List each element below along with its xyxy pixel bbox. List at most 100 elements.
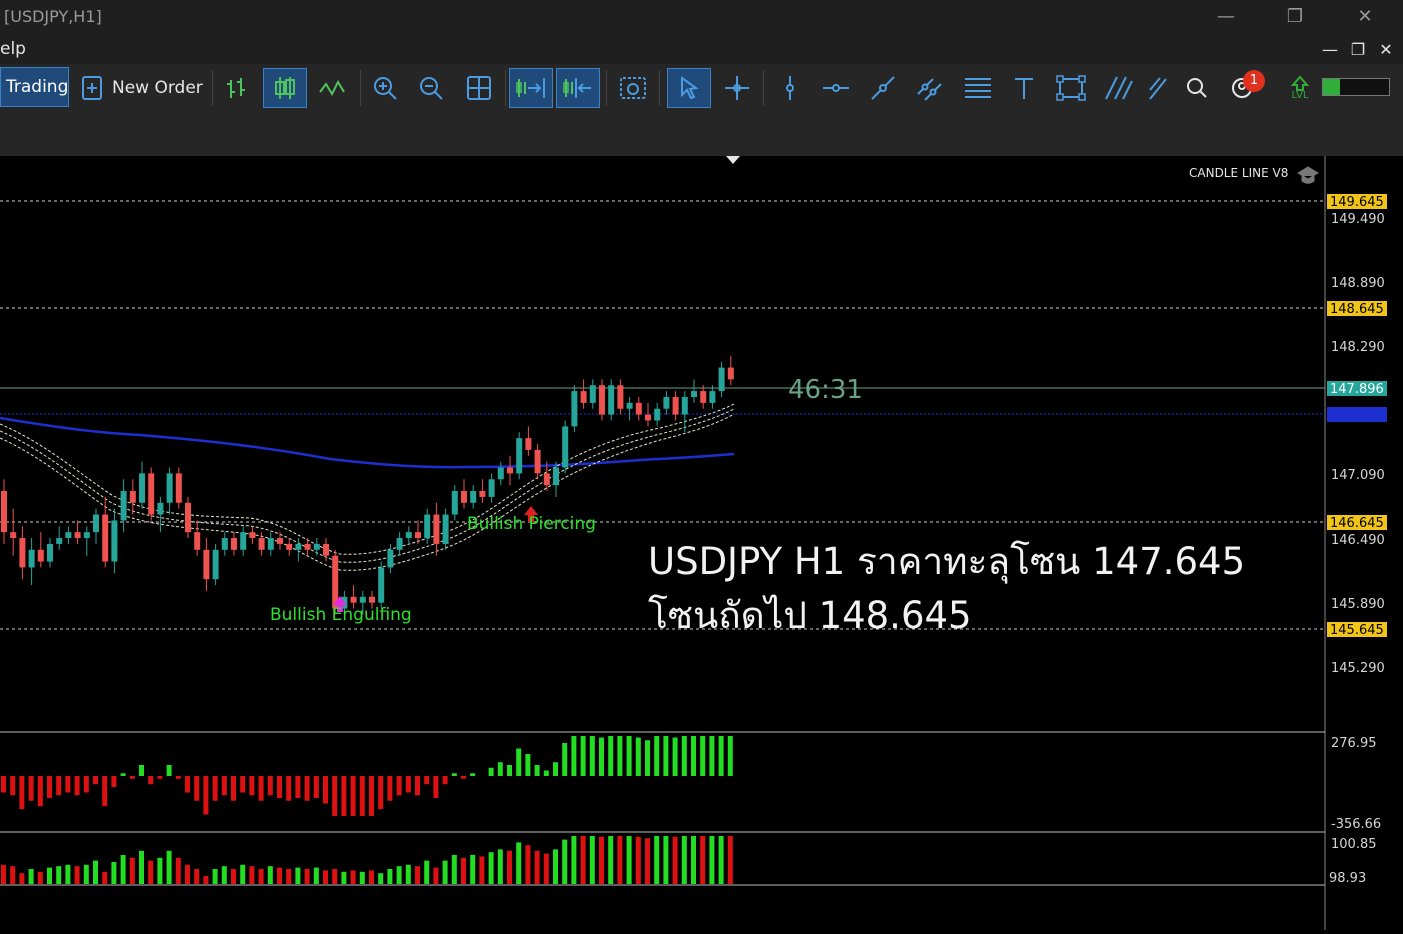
strength-bar: [516, 842, 522, 884]
restore-icon[interactable]: ❐: [1281, 4, 1309, 30]
candle-body: [470, 491, 477, 503]
price-chart[interactable]: Bullish Engulfing Bullish Piercing 46:31…: [0, 156, 1403, 930]
oscillator-bar: [442, 776, 448, 785]
candle-body: [313, 543, 320, 550]
strength-bar: [249, 866, 255, 884]
strength-bar: [28, 869, 34, 884]
fibonacci-button[interactable]: [958, 68, 998, 108]
oscillator-bar: [571, 736, 577, 776]
oscillator-bar: [691, 736, 696, 776]
horizontal-line-icon: [823, 84, 849, 92]
bar-chart-button[interactable]: [218, 68, 258, 108]
candle-body: [589, 385, 596, 403]
line-chart-button[interactable]: [311, 68, 353, 108]
oscillator-bar: [387, 776, 393, 801]
oscillator-bar: [543, 770, 549, 776]
toolbar-separator: [360, 70, 361, 106]
candle-body: [47, 543, 53, 562]
oscillator-bar: [93, 776, 98, 785]
oscillator-bar: [175, 776, 181, 779]
candle-body: [626, 402, 633, 409]
candlestick-series: [1, 355, 734, 621]
strength-bar: [617, 836, 623, 884]
level-tag-label: 146.645: [1330, 516, 1384, 531]
wave-icon: [1105, 76, 1133, 100]
strength-bar: [332, 869, 338, 884]
candle-body: [175, 473, 182, 503]
zoom-out-button[interactable]: [412, 68, 450, 108]
oscillator-bar: [139, 765, 144, 776]
oscillator-bar: [635, 737, 641, 776]
oscillator-bar: [203, 776, 209, 815]
price-axis-label: 149.490: [1331, 212, 1385, 227]
oscillator-bar: [727, 736, 733, 776]
text-tool-button[interactable]: [1006, 68, 1042, 108]
candle-body: [369, 596, 375, 603]
oscillator-bar: [709, 736, 715, 776]
candlestick-chart-button[interactable]: [263, 68, 307, 108]
auto-scroll-button[interactable]: [509, 68, 553, 108]
mdi-minimize-icon[interactable]: —: [1318, 38, 1342, 62]
candle-body: [258, 538, 265, 550]
candle-body: [691, 391, 697, 397]
level-button[interactable]: LVL: [1284, 68, 1316, 108]
oscillator-bar: [1, 776, 6, 793]
current-price-label: 147.896: [1330, 382, 1384, 397]
vertical-line-button[interactable]: [772, 68, 808, 108]
tile-windows-button[interactable]: [459, 68, 499, 108]
chart-window[interactable]: Bullish Engulfing Bullish Piercing 46:31…: [0, 156, 1403, 930]
algo-trading-button[interactable]: Trading: [0, 67, 69, 107]
new-order-button[interactable]: New Order: [80, 68, 203, 108]
mdi-restore-icon[interactable]: ❐: [1346, 38, 1370, 62]
mdi-close-icon[interactable]: ✕: [1374, 38, 1398, 62]
strength-bar: [295, 867, 301, 884]
crosshair-button[interactable]: [718, 68, 756, 108]
cursor-button[interactable]: [667, 68, 711, 108]
menu-help[interactable]: elp: [0, 39, 26, 59]
oscillator-bar: [10, 776, 16, 796]
oscillator-bar: [267, 776, 273, 796]
sub1-min-label: -356.66: [1331, 817, 1381, 832]
signal-strength-bar: [1322, 78, 1390, 96]
candle-body: [139, 473, 145, 503]
level-icon: [1290, 75, 1310, 91]
search-button[interactable]: [1180, 68, 1214, 108]
sub1-max-label: 276.95: [1331, 736, 1377, 751]
minimize-icon[interactable]: —: [1212, 4, 1240, 30]
pattern-label-piercing: Bullish Piercing: [467, 514, 596, 534]
screenshot-button[interactable]: [613, 68, 653, 108]
strength-bar: [700, 836, 706, 884]
envelope-upper-line: [0, 403, 735, 555]
more-tools-button[interactable]: [1143, 68, 1173, 108]
strength-bar: [645, 838, 650, 884]
candle-body: [387, 549, 394, 568]
strength-bar: [93, 860, 98, 884]
strength-bar: [599, 836, 604, 884]
candle-body: [83, 532, 90, 539]
elliott-wave-button[interactable]: [1099, 68, 1139, 108]
horizontal-line-button[interactable]: [818, 68, 854, 108]
oscillator-bar: [681, 736, 687, 776]
candle-body: [74, 532, 81, 539]
channel-button[interactable]: [911, 68, 949, 108]
oscillator-bar: [617, 736, 623, 776]
shapes-button[interactable]: [1051, 68, 1091, 108]
chart-shift-button[interactable]: [556, 68, 600, 108]
toolbar-separator: [659, 70, 660, 106]
new-order-label: New Order: [112, 78, 203, 98]
chart-shift-marker[interactable]: [726, 156, 740, 164]
candle-body: [672, 396, 679, 415]
strength-bar: [267, 866, 273, 884]
strength-bar: [129, 857, 135, 884]
strength-bar: [635, 836, 641, 884]
strength-bar: [654, 836, 660, 884]
trendline-button[interactable]: [864, 68, 902, 108]
zoom-in-button[interactable]: [366, 68, 404, 108]
text-icon: [1015, 78, 1033, 99]
strength-bar: [56, 866, 62, 884]
strength-bar: [672, 836, 678, 884]
oscillator-bar: [157, 776, 163, 779]
close-icon[interactable]: ✕: [1351, 4, 1379, 30]
price-axis[interactable]: 149.490 148.890 148.290 147.090 146.490 …: [1331, 212, 1385, 676]
candle-body: [525, 438, 532, 450]
